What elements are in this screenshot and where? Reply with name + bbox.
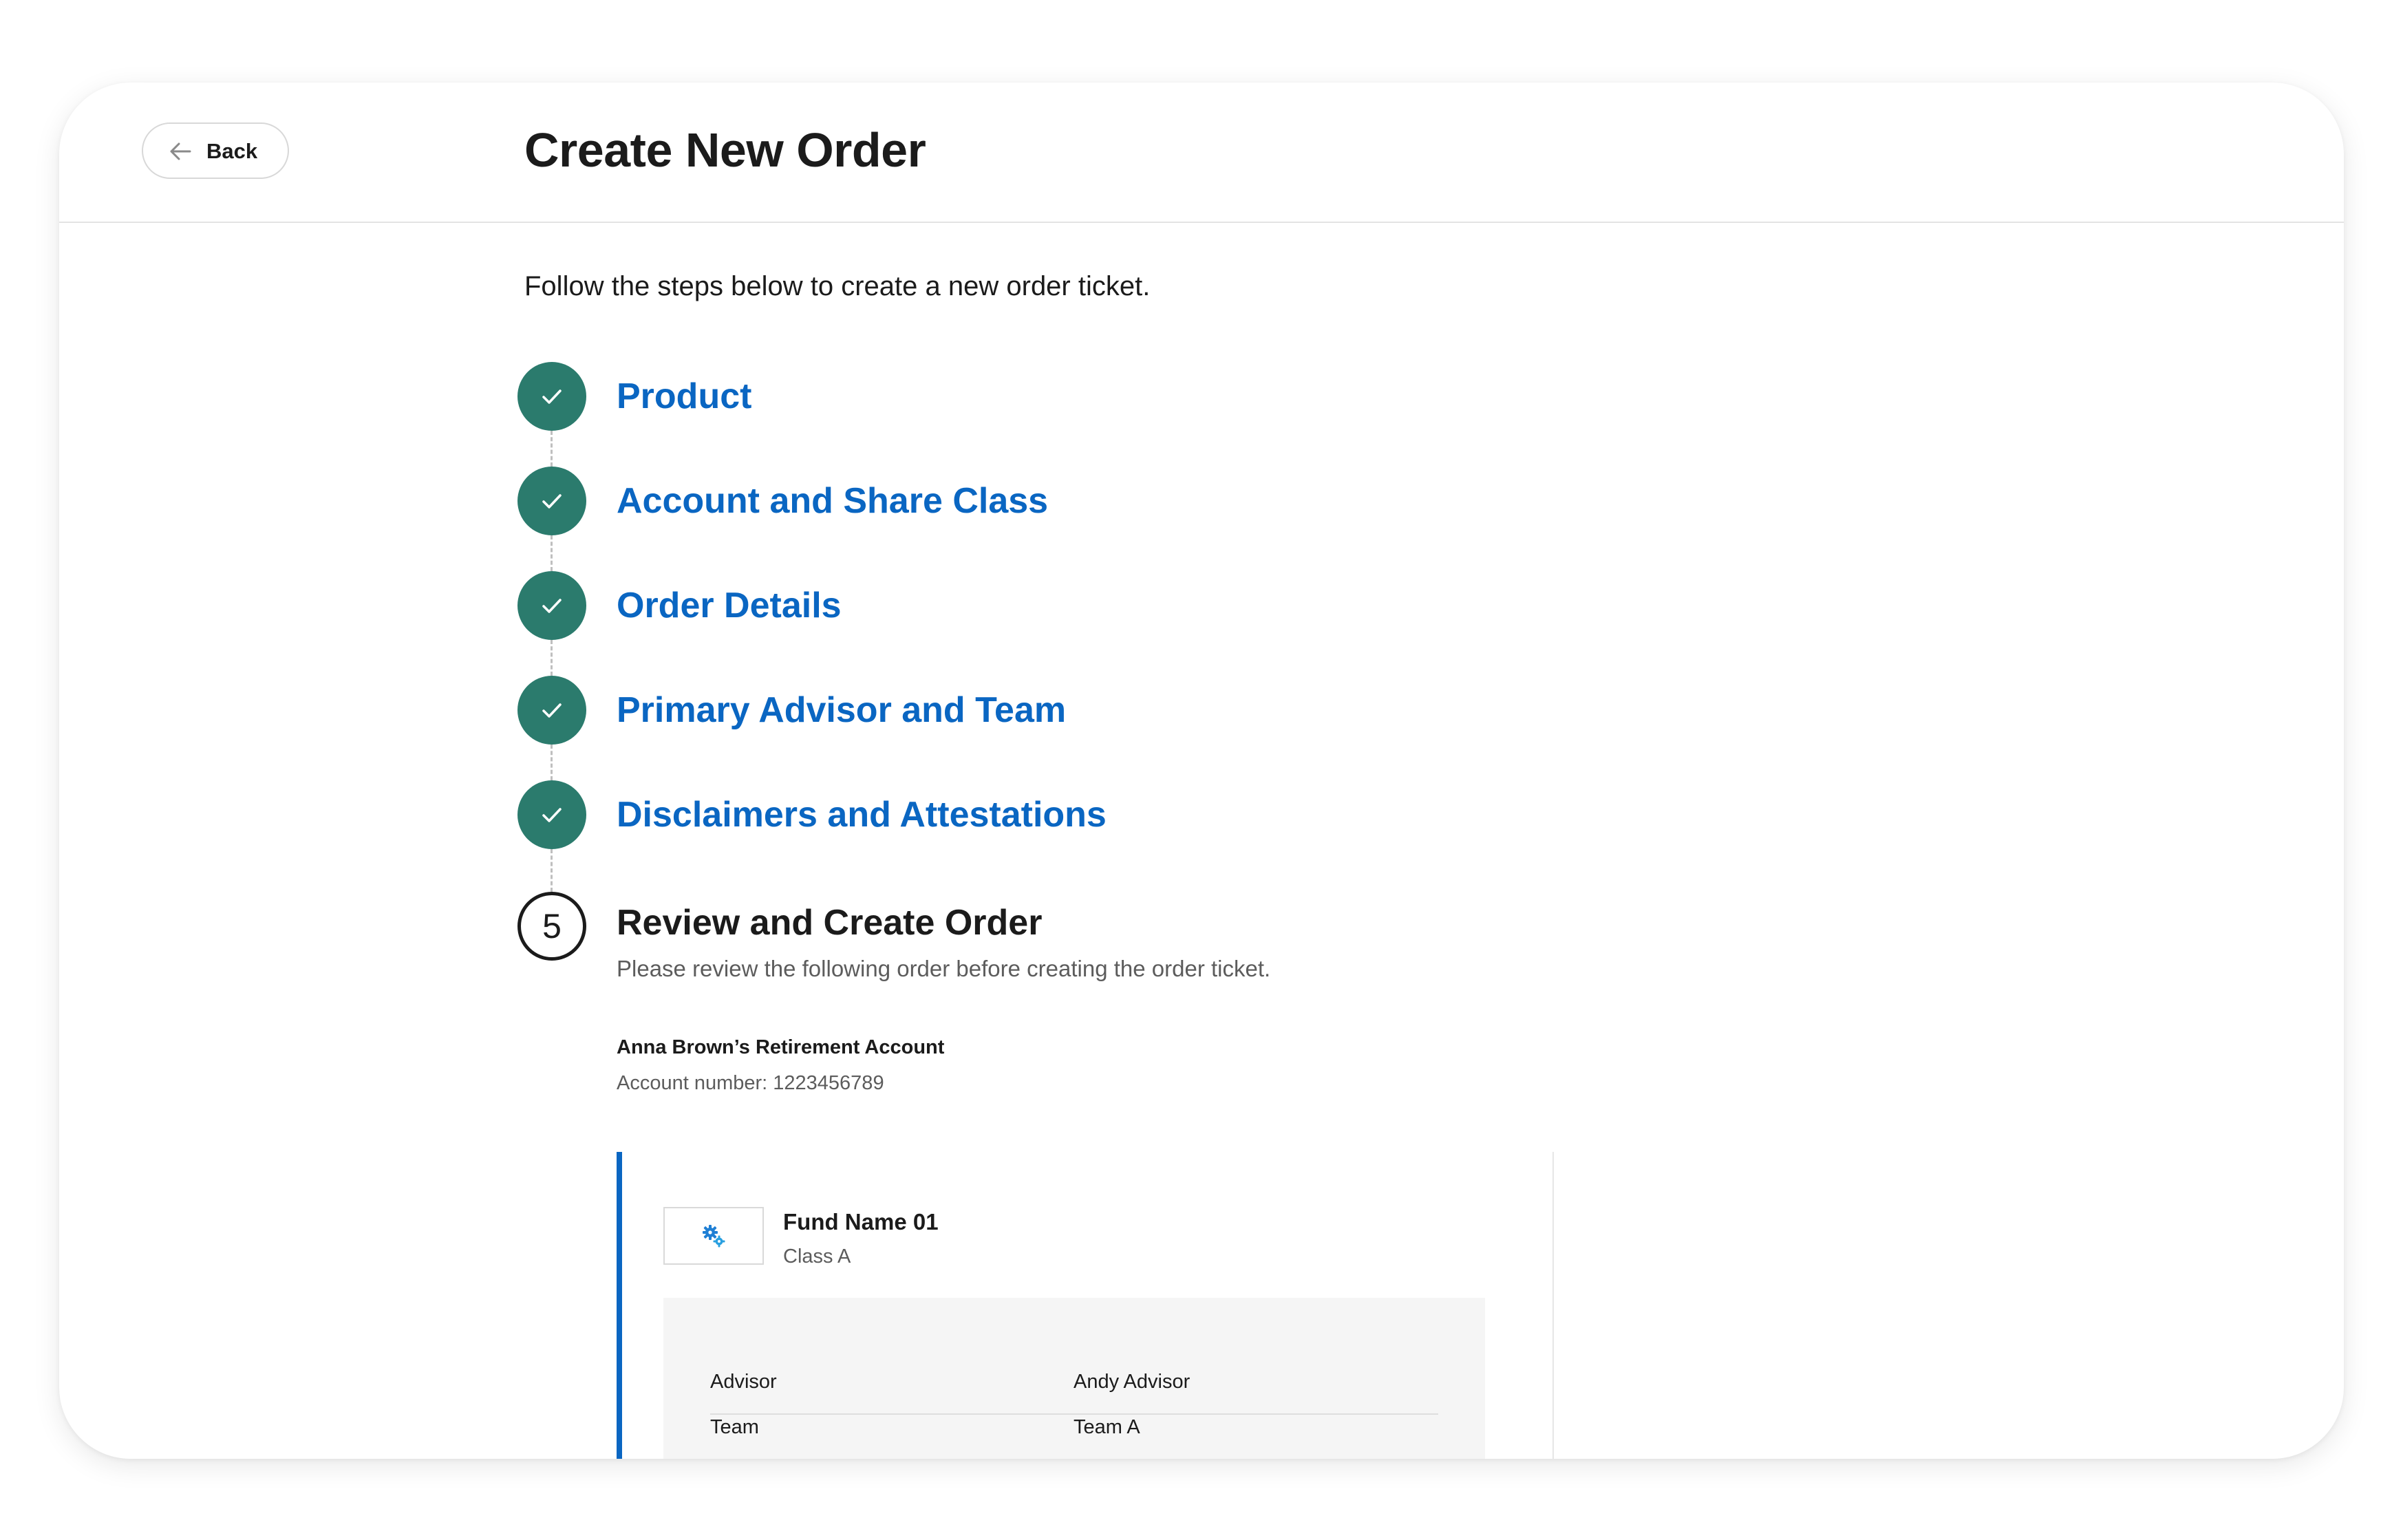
step-complete-indicator	[517, 571, 586, 640]
fund-share-class: Class A	[783, 1245, 851, 1268]
page-header: Back Create New Order	[59, 83, 2344, 223]
account-name: Anna Brown’s Retirement Account	[617, 1036, 945, 1058]
step-complete-indicator	[517, 467, 586, 535]
arrow-left-icon	[170, 142, 191, 160]
detail-label: Team	[710, 1416, 759, 1438]
detail-row-team: Team Team A	[710, 1415, 1438, 1459]
check-icon	[542, 808, 562, 822]
fund-name: Fund Name 01	[783, 1209, 939, 1234]
step-link-product[interactable]: Product	[617, 375, 751, 418]
step-complete-indicator	[517, 676, 586, 745]
account-number: Account number: 1223456789	[617, 1072, 884, 1094]
step-complete-indicator	[517, 780, 586, 849]
fund-summary-card: Fund Name 01 Class A Advisor Andy Adviso…	[617, 1152, 1554, 1459]
step-connector	[551, 745, 553, 780]
step-link-disclaimers-attestations[interactable]: Disclaimers and Attestations	[617, 793, 1107, 836]
back-button[interactable]: Back	[142, 122, 289, 179]
step-connector	[551, 535, 553, 571]
gears-icon	[703, 1225, 725, 1248]
order-card: Back Create New Order Follow the steps b…	[59, 83, 2344, 1459]
detail-label: Advisor	[710, 1371, 777, 1393]
fund-logo	[663, 1207, 764, 1265]
check-icon	[542, 703, 562, 718]
check-icon	[542, 494, 562, 509]
step-link-account-share-class[interactable]: Account and Share Class	[617, 480, 1048, 522]
step-connector	[551, 640, 553, 676]
detail-row-advisor: Advisor Andy Advisor	[710, 1356, 1438, 1415]
step-connector	[551, 849, 553, 892]
detail-value: Andy Advisor	[1074, 1371, 1190, 1393]
check-icon	[542, 389, 562, 404]
step-connector	[551, 431, 553, 467]
current-step-description: Please review the following order before…	[617, 956, 1271, 981]
intro-text: Follow the steps below to create a new o…	[524, 271, 1151, 301]
check-icon	[542, 599, 562, 613]
step-number-indicator: 5	[517, 892, 586, 961]
current-step-title: Review and Create Order	[617, 903, 1043, 943]
page-title: Create New Order	[524, 123, 926, 177]
step-link-order-details[interactable]: Order Details	[617, 584, 842, 627]
step-complete-indicator	[517, 362, 586, 431]
back-button-label: Back	[206, 139, 258, 163]
detail-value: Team A	[1074, 1416, 1140, 1438]
step-link-primary-advisor-team[interactable]: Primary Advisor and Team	[617, 689, 1066, 731]
order-details-panel: Advisor Andy Advisor Team Team A	[663, 1298, 1485, 1459]
